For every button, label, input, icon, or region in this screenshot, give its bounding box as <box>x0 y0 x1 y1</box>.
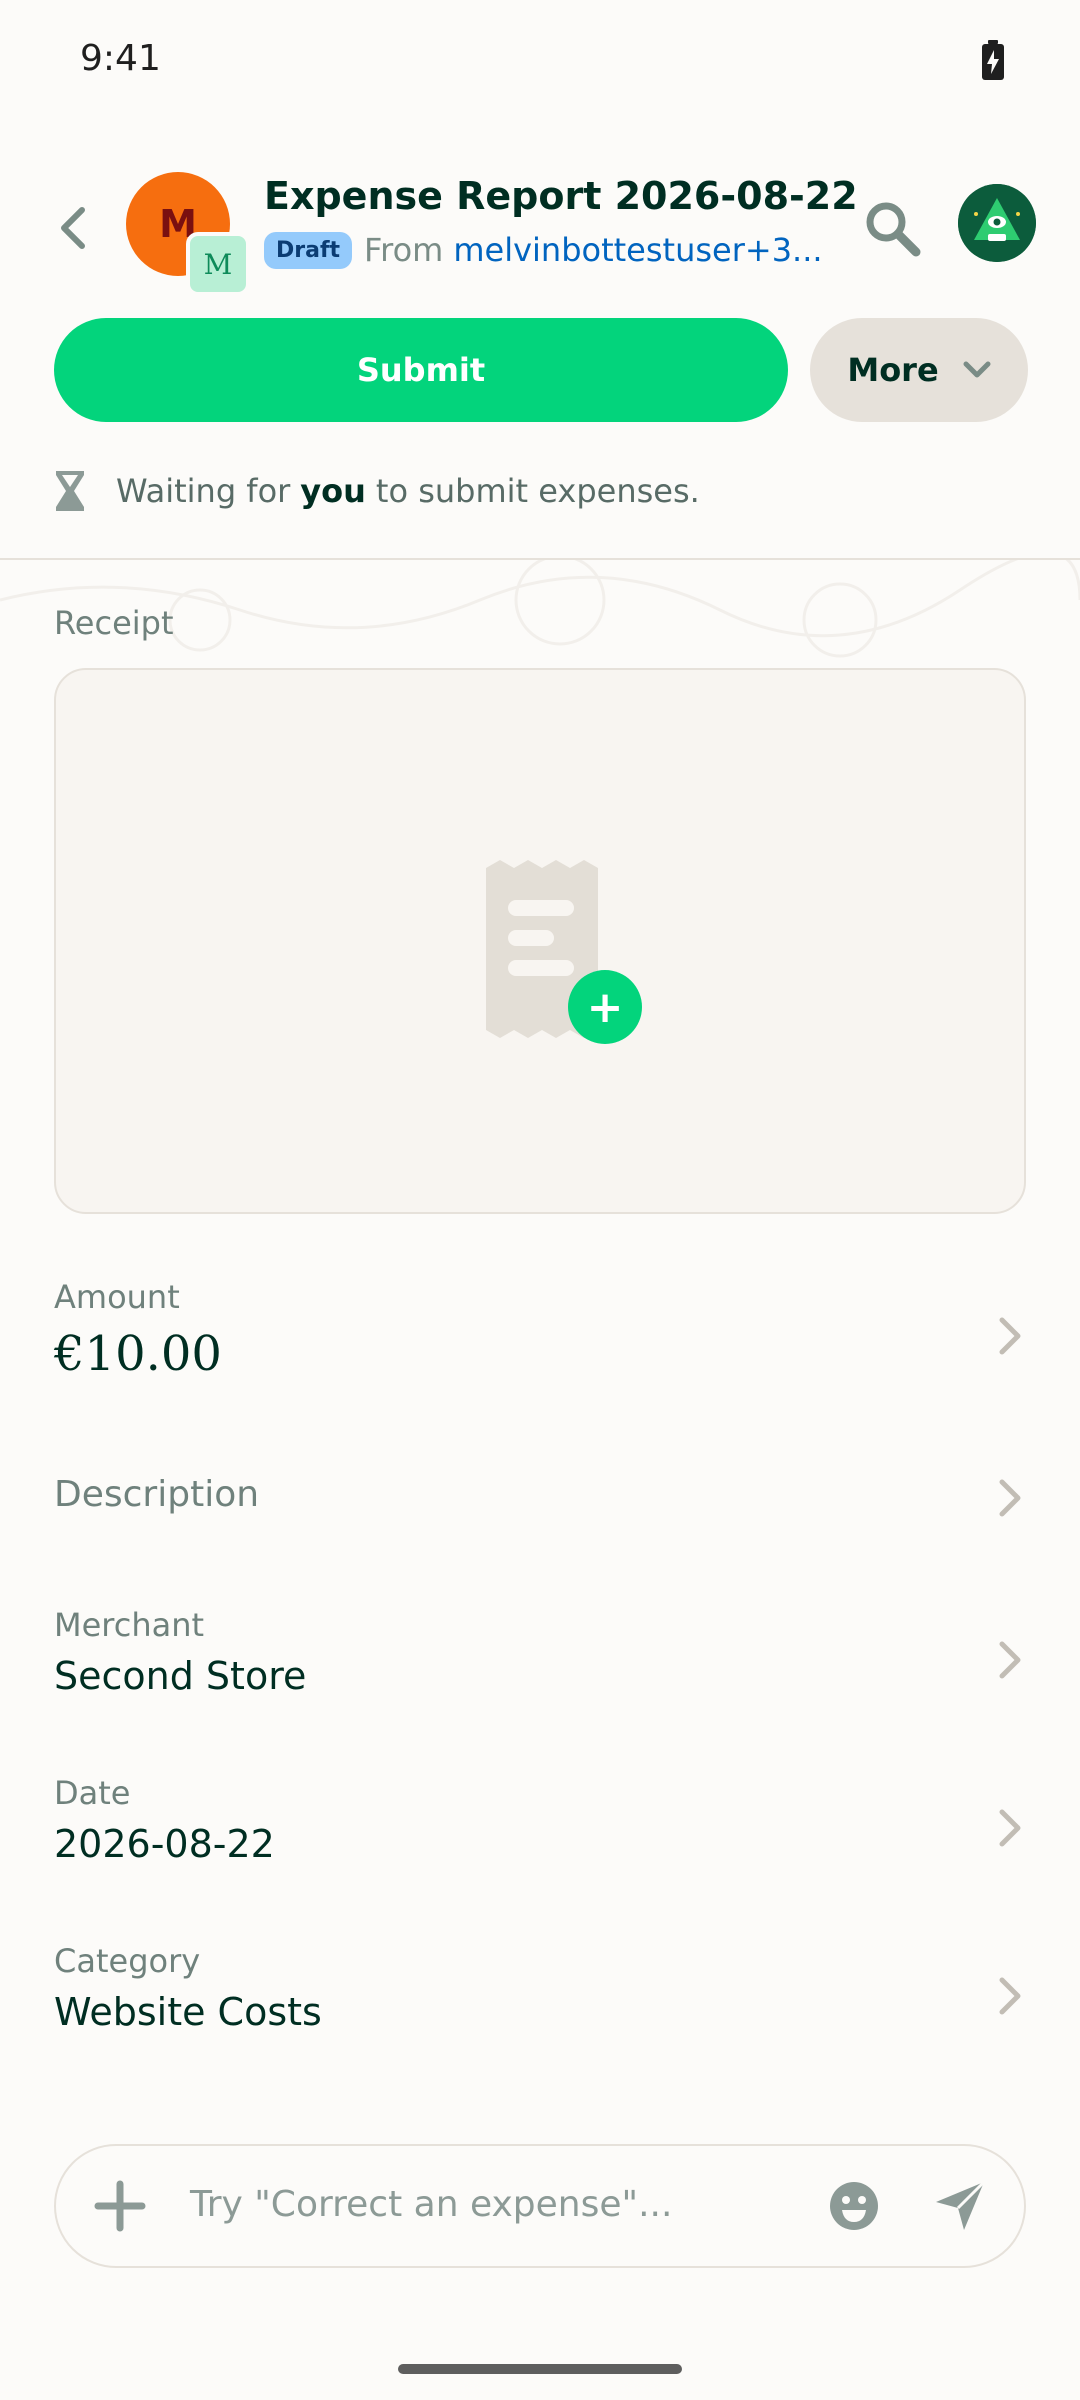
submit-button[interactable]: Submit <box>54 318 788 422</box>
merchant-field[interactable]: Merchant Second Store <box>54 1606 1026 1706</box>
receipt-label: Receipt <box>54 604 174 642</box>
hourglass-icon <box>56 471 84 511</box>
merchant-value: Second Store <box>54 1654 307 1698</box>
expense-report-screen: 9:41 M M Expense Report 2026-08-22 Draft… <box>0 0 1080 2400</box>
back-button[interactable] <box>48 196 96 260</box>
send-icon[interactable] <box>934 2180 986 2232</box>
report-subtitle: Draft From melvinbottestuser+3... <box>264 228 823 272</box>
category-label: Category <box>54 1942 201 1980</box>
chevron-right-icon <box>999 1641 1021 1679</box>
status-bar: 9:41 <box>0 0 1080 120</box>
category-field[interactable]: Category Website Costs <box>54 1942 1026 2042</box>
from-user-link[interactable]: melvinbottestuser+3... <box>453 231 822 269</box>
chevron-right-icon <box>999 1977 1021 2015</box>
plus-icon[interactable] <box>94 2180 146 2232</box>
account-avatar-icon <box>958 184 1036 262</box>
chevron-left-icon <box>61 207 85 249</box>
page-title[interactable]: Expense Report 2026-08-22 <box>264 174 858 218</box>
waiting-message: Waiting for you to submit expenses. <box>54 466 700 516</box>
from-label: From <box>364 231 444 269</box>
date-label: Date <box>54 1774 131 1812</box>
waiting-prefix: Waiting for <box>116 472 291 510</box>
chevron-right-icon <box>999 1479 1021 1517</box>
amount-value: €10.00 <box>54 1326 222 1382</box>
more-button[interactable]: More <box>810 318 1028 422</box>
workspace-badge-avatar: M <box>186 232 250 296</box>
more-label: More <box>847 351 939 389</box>
description-label: Description <box>54 1474 260 1515</box>
search-icon[interactable] <box>860 196 924 260</box>
chevron-right-icon <box>999 1317 1021 1355</box>
receipt-upload-area[interactable]: + <box>54 668 1026 1214</box>
chevron-right-icon <box>999 1809 1021 1847</box>
message-input[interactable]: Try "Correct an expense"... <box>190 2184 672 2225</box>
account-avatar[interactable] <box>958 184 1036 262</box>
status-time: 9:41 <box>80 38 161 79</box>
add-receipt-icon[interactable]: + <box>568 970 642 1044</box>
category-value: Website Costs <box>54 1990 322 2034</box>
description-field[interactable]: Description <box>54 1474 1026 1530</box>
waiting-user: you <box>300 472 366 510</box>
merchant-label: Merchant <box>54 1606 205 1644</box>
amount-label: Amount <box>54 1278 180 1316</box>
chevron-down-icon <box>963 361 991 378</box>
workspace-initial: M <box>203 247 233 281</box>
emoji-icon[interactable] <box>828 2180 880 2232</box>
report-header: M M Expense Report 2026-08-22 Draft From… <box>0 160 1080 296</box>
home-indicator[interactable] <box>398 2364 682 2374</box>
date-field[interactable]: Date 2026-08-22 <box>54 1774 1026 1874</box>
date-value: 2026-08-22 <box>54 1822 275 1866</box>
battery-icon <box>982 40 1004 80</box>
waiting-suffix: to submit expenses. <box>375 472 700 510</box>
chat-composer: Try "Correct an expense"... <box>54 2144 1026 2268</box>
status-badge: Draft <box>264 231 353 269</box>
amount-field[interactable]: Amount €10.00 <box>54 1278 1026 1382</box>
